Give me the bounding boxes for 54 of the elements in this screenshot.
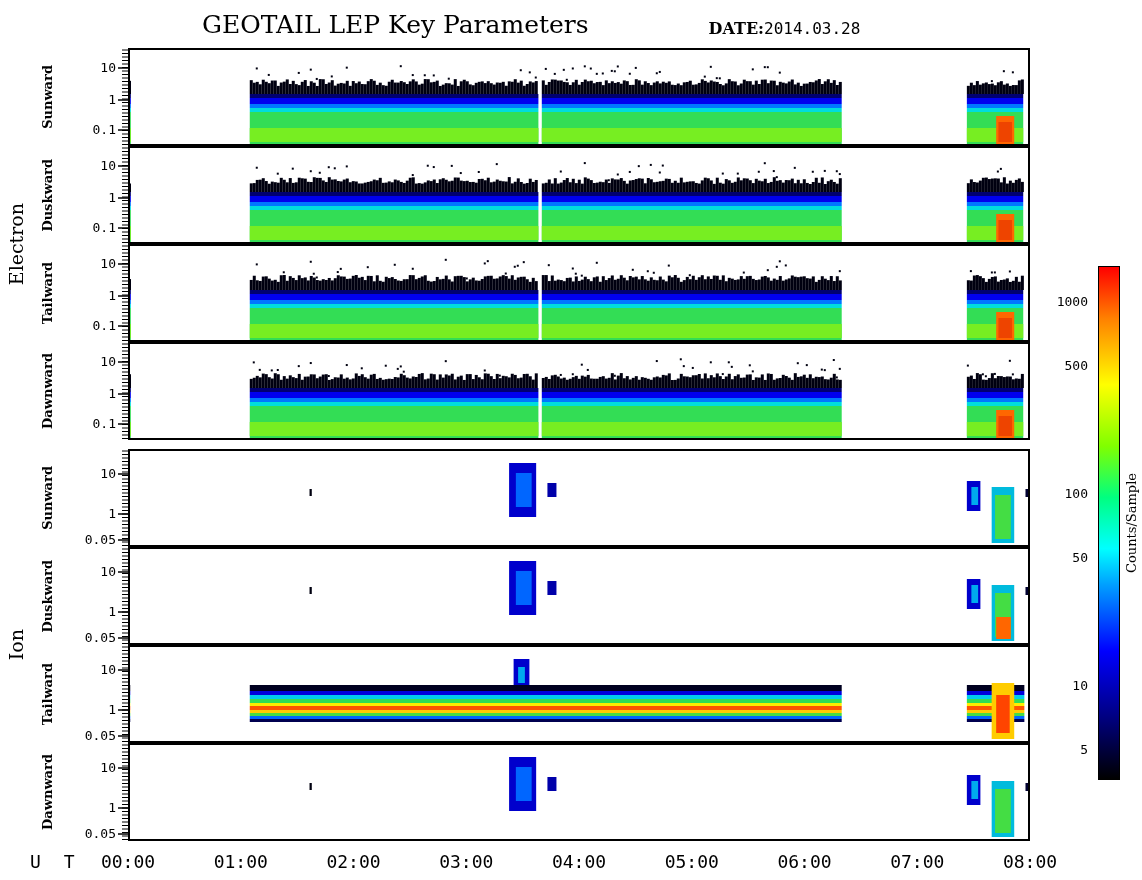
x-tick-label: 02:00 [326,851,381,872]
plot-title: GEOTAIL LEP Key Parameters [202,9,589,39]
y-tick-label: 1 [108,190,116,206]
panel-label: Duskward [39,158,55,232]
y-tick-label: 1 [108,604,116,620]
y-tick-label: 1 [108,702,116,718]
colorbar-label: Counts/Sample [1123,473,1139,573]
x-axis-label: U T [30,851,81,872]
y-tick-label: 0.05 [84,728,116,744]
y-tick-label: 0.05 [84,532,116,548]
y-tick-label: 1 [108,506,116,522]
y-tick-label: 0.05 [84,826,116,842]
y-tick-label: 0.05 [84,630,116,646]
x-tick-label: 03:00 [439,851,494,872]
date-label: DATE: [708,18,764,38]
colorbar-tick-label: 50 [1072,550,1088,566]
colorbar-tick-label: 500 [1064,358,1088,374]
x-tick-label: 08:00 [1002,851,1058,872]
y-tick-label: 10 [100,760,116,776]
panel-label: Dawnward [39,353,55,429]
y-tick-label: 1 [108,800,116,816]
colorbar-tick-label: 1000 [1056,294,1088,310]
y-tick-label: 0.1 [92,220,116,236]
y-tick-label: 10 [100,564,116,580]
panel-label: Sunward [39,65,55,129]
panel-label: Duskward [39,559,55,633]
x-tick-label: 00:00 [100,851,156,872]
y-tick-label: 10 [100,354,116,370]
colorbar-tick-label: 10 [1072,678,1088,694]
x-tick-label: 01:00 [213,851,268,872]
y-tick-label: 1 [108,92,116,108]
panel-label: Tailward [39,261,55,325]
x-tick-label: 05:00 [664,851,719,872]
y-tick-label: 0.1 [92,318,116,334]
y-tick-label: 1 [108,288,116,304]
panel-label: Sunward [39,466,55,530]
colorbar-tick-label: 5 [1080,742,1088,758]
x-tick-label: 04:00 [551,851,607,872]
x-tick-label: 06:00 [777,851,832,872]
y-tick-label: 10 [100,256,116,272]
y-tick-label: 1 [108,386,116,402]
x-tick-label: 07:00 [890,851,945,872]
colorbar-tick-label: 100 [1064,486,1088,502]
y-tick-label: 10 [100,466,116,482]
date-value: 2014.03.28 [764,18,861,38]
group-label: Electron [5,202,27,286]
y-tick-label: 10 [100,60,116,76]
panel-label: Tailward [39,662,55,726]
group-label: Ion [5,629,27,661]
panel-label: Dawnward [39,754,55,830]
y-tick-label: 10 [100,662,116,678]
y-tick-label: 0.1 [92,416,116,432]
y-tick-label: 10 [100,158,116,174]
y-tick-label: 0.1 [92,122,116,138]
